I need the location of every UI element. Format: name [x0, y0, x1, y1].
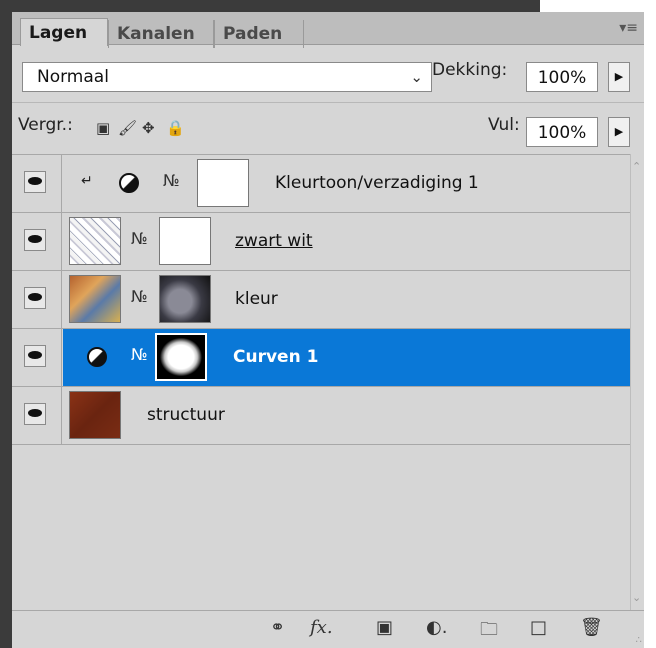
- blend-mode-select[interactable]: Normaal ⌄: [22, 62, 432, 92]
- chain-link-icon[interactable]: №: [131, 229, 148, 248]
- visibility-toggle[interactable]: [12, 387, 62, 444]
- tab-layers[interactable]: Lagen: [20, 18, 108, 46]
- layers-list: ↵ № Kleurtoon/verzadiging 1 № zwart wit: [12, 154, 630, 610]
- layer-image-thumbnail[interactable]: [69, 391, 121, 439]
- layer-mask-thumbnail[interactable]: [197, 159, 249, 207]
- lock-brush-icon[interactable]: 🖌: [118, 119, 137, 137]
- clipping-arrow-icon: ↵: [81, 173, 93, 189]
- layers-scrollbar[interactable]: ⌃ ⌄: [630, 154, 644, 610]
- layer-name: zwart wit: [235, 231, 313, 251]
- tab-channels[interactable]: Kanalen: [108, 20, 214, 48]
- adjustment-icon[interactable]: ◐.: [426, 617, 447, 638]
- panel-menu-icon[interactable]: ▾≡: [619, 20, 638, 36]
- fill-label: Vul:: [488, 115, 520, 135]
- fill-input[interactable]: 100%: [526, 117, 598, 147]
- fill-arrow-button[interactable]: ▶: [608, 117, 630, 147]
- chain-link-icon[interactable]: №: [131, 287, 148, 306]
- adjustment-layer-icon: [119, 173, 139, 193]
- opacity-arrow-button[interactable]: ▶: [608, 62, 630, 92]
- opacity-input[interactable]: 100%: [526, 62, 598, 92]
- lock-position-icon[interactable]: ✥: [142, 119, 155, 137]
- layer-content[interactable]: № Curven 1: [63, 329, 630, 386]
- lock-label: Vergr.:: [18, 115, 73, 135]
- layer-content[interactable]: № zwart wit: [63, 213, 630, 270]
- layers-panel: Lagen Kanalen Paden ▾≡ Normaal ⌄ Dekking…: [12, 12, 644, 648]
- layer-name: structuur: [147, 405, 225, 425]
- eye-icon: [24, 345, 46, 367]
- visibility-toggle[interactable]: [12, 329, 62, 386]
- eye-icon: [24, 403, 46, 425]
- visibility-toggle[interactable]: [12, 271, 62, 328]
- tab-paths[interactable]: Paden: [214, 20, 304, 48]
- eye-icon: [24, 171, 46, 193]
- layer-content[interactable]: № kleur: [63, 271, 630, 328]
- chevron-down-icon: ⌄: [410, 68, 423, 86]
- chain-link-icon[interactable]: №: [131, 345, 148, 364]
- layer-mask-thumbnail[interactable]: [159, 275, 211, 323]
- scroll-up-icon[interactable]: ⌃: [632, 160, 641, 173]
- chain-link-icon[interactable]: №: [163, 171, 180, 190]
- visibility-toggle[interactable]: [12, 155, 62, 212]
- layer-row-structuur[interactable]: structuur: [12, 387, 630, 445]
- layer-row-hue-saturation[interactable]: ↵ № Kleurtoon/verzadiging 1: [12, 155, 630, 213]
- adjustment-layer-icon: [87, 347, 107, 367]
- layer-mask-thumbnail[interactable]: [159, 217, 211, 265]
- layer-name: kleur: [235, 289, 278, 309]
- lock-transparency-icon[interactable]: ▣: [96, 119, 110, 137]
- layers-bottom-toolbar: ⚭ fx. ▣ ◐. 🗀 □ 🗑 ∴: [12, 610, 644, 648]
- layer-content[interactable]: structuur: [63, 387, 630, 444]
- eye-icon: [24, 287, 46, 309]
- layer-mask-thumbnail[interactable]: [155, 333, 207, 381]
- trash-icon[interactable]: 🗑: [580, 617, 603, 638]
- lock-all-icon[interactable]: 🔒: [166, 119, 185, 137]
- layer-name: Curven 1: [233, 347, 319, 367]
- link-icon[interactable]: ⚭: [270, 617, 285, 638]
- window-frame-left: [0, 0, 12, 648]
- layer-image-thumbnail[interactable]: [69, 275, 121, 323]
- layer-image-thumbnail[interactable]: [69, 217, 121, 265]
- eye-icon: [24, 229, 46, 251]
- opacity-label: Dekking:: [432, 60, 508, 80]
- visibility-toggle[interactable]: [12, 213, 62, 270]
- fx-icon[interactable]: fx.: [310, 617, 333, 638]
- layer-name: Kleurtoon/verzadiging 1: [275, 173, 479, 193]
- mask-icon[interactable]: ▣: [376, 617, 393, 638]
- layer-content[interactable]: ↵ № Kleurtoon/verzadiging 1: [63, 155, 630, 212]
- group-folder-icon[interactable]: 🗀: [480, 617, 498, 647]
- frame-corner: [540, 0, 656, 12]
- scroll-down-icon[interactable]: ⌄: [632, 591, 641, 604]
- panel-tab-bar: Lagen Kanalen Paden ▾≡: [12, 12, 644, 48]
- resize-grip-icon[interactable]: ∴: [636, 635, 642, 646]
- layer-row-zwart-wit[interactable]: № zwart wit: [12, 213, 630, 271]
- layer-row-curves[interactable]: № Curven 1: [12, 329, 630, 387]
- lock-options-row: Vergr.: ▣ 🖌 ✥ 🔒 Vul: 100% ▶: [12, 102, 644, 152]
- blend-mode-value: Normaal: [37, 67, 109, 87]
- layer-row-kleur[interactable]: № kleur: [12, 271, 630, 329]
- new-layer-icon[interactable]: □: [530, 617, 547, 638]
- blend-options-row: Normaal ⌄ Dekking: 100% ▶: [12, 46, 644, 100]
